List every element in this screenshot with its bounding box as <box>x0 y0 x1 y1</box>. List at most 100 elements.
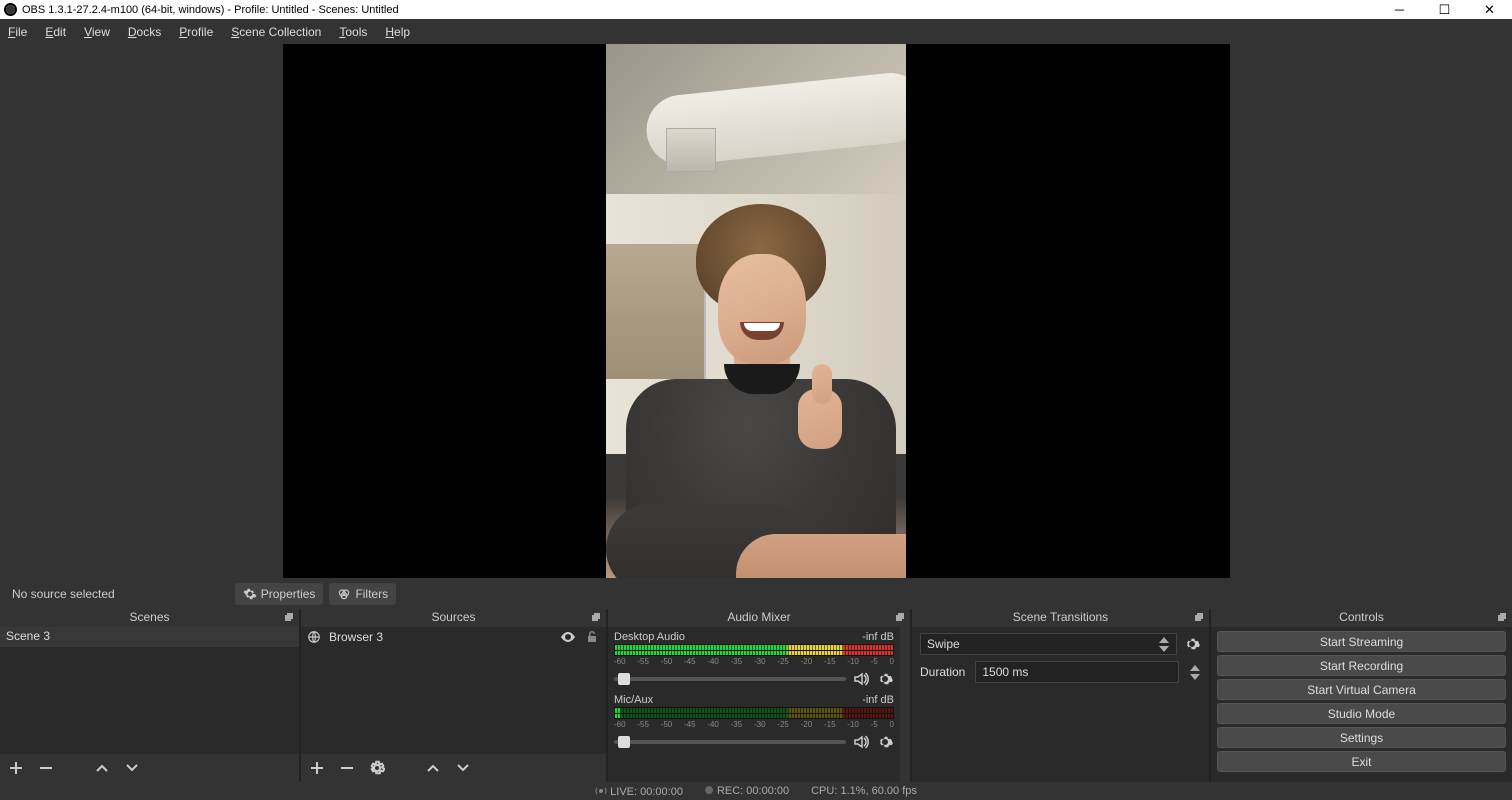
sources-list[interactable]: Browser 3 <box>301 627 606 754</box>
gear-icon <box>876 733 894 751</box>
duration-spinner[interactable] <box>1189 664 1201 681</box>
scene-down-button[interactable] <box>124 760 140 776</box>
plus-icon <box>309 760 325 776</box>
menu-profile[interactable]: Profile <box>179 25 213 39</box>
gear-icon <box>369 760 385 776</box>
menu-tools[interactable]: Tools <box>339 25 367 39</box>
menu-scene-collection[interactable]: Scene Collection <box>231 25 321 39</box>
volume-slider[interactable] <box>614 677 846 681</box>
lock-toggle[interactable] <box>584 629 600 645</box>
popout-icon[interactable] <box>283 611 295 623</box>
audio-channel-desktop: Desktop Audio-inf dB -60-55-50-45-40-35-… <box>614 631 894 688</box>
channel-level: -inf dB <box>862 694 894 706</box>
remove-scene-button[interactable] <box>38 760 54 776</box>
select-spinner[interactable] <box>1158 636 1170 653</box>
properties-button[interactable]: Properties <box>235 583 324 605</box>
scenes-toolbar <box>0 754 299 782</box>
exit-button[interactable]: Exit <box>1217 751 1506 772</box>
start-streaming-button[interactable]: Start Streaming <box>1217 631 1506 652</box>
chevron-down-icon <box>1190 674 1200 680</box>
mute-button[interactable] <box>852 670 870 688</box>
duration-input[interactable]: 1500 ms <box>975 661 1179 683</box>
channel-name: Mic/Aux <box>614 694 653 706</box>
source-item[interactable]: Browser 3 <box>301 627 606 647</box>
start-virtual-camera-button[interactable]: Start Virtual Camera <box>1217 679 1506 700</box>
channel-settings-button[interactable] <box>876 670 894 688</box>
vu-meter <box>614 644 894 656</box>
chevron-down-icon <box>455 760 471 776</box>
docks-container: Scenes Scene 3 Sources Browser 3 <box>0 609 1512 782</box>
slider-thumb[interactable] <box>618 673 630 685</box>
scene-item[interactable]: Scene 3 <box>0 627 299 647</box>
menu-help[interactable]: Help <box>385 25 410 39</box>
menu-view[interactable]: View <box>84 25 110 39</box>
add-scene-button[interactable] <box>8 760 24 776</box>
controls-dock: Controls Start Streaming Start Recording… <box>1211 609 1512 782</box>
transitions-header: Scene Transitions <box>912 609 1209 627</box>
channel-settings-button[interactable] <box>876 733 894 751</box>
add-source-button[interactable] <box>309 760 325 776</box>
sources-toolbar <box>301 754 606 782</box>
scenes-list[interactable]: Scene 3 <box>0 627 299 754</box>
obs-logo-icon <box>4 3 17 16</box>
speaker-icon <box>852 670 870 688</box>
controls-header: Controls <box>1211 609 1512 627</box>
status-bar: LIVE: 00:00:00 REC: 00:00:00 CPU: 1.1%, … <box>0 782 1512 800</box>
transition-select[interactable]: Swipe <box>920 633 1177 655</box>
mute-button[interactable] <box>852 733 870 751</box>
transition-settings-button[interactable] <box>1183 635 1201 653</box>
rec-status: REC: 00:00:00 <box>705 785 789 797</box>
chevron-down-icon <box>124 760 140 776</box>
slider-thumb[interactable] <box>618 736 630 748</box>
popout-icon[interactable] <box>1193 611 1205 623</box>
gear-icon <box>876 670 894 688</box>
source-name: Browser 3 <box>329 630 383 644</box>
sources-dock: Sources Browser 3 <box>301 609 606 782</box>
channel-level: -inf dB <box>862 631 894 643</box>
controls-body: Start Streaming Start Recording Start Vi… <box>1211 627 1512 782</box>
gear-icon <box>243 587 257 601</box>
chevron-up-icon <box>1159 637 1169 643</box>
studio-mode-button[interactable]: Studio Mode <box>1217 703 1506 724</box>
popout-icon[interactable] <box>894 611 906 623</box>
source-toolbar: No source selected Properties Filters <box>0 578 1512 609</box>
source-up-button[interactable] <box>425 760 441 776</box>
main-menubar: File Edit View Docks Profile Scene Colle… <box>0 19 1512 44</box>
remove-source-button[interactable] <box>339 760 355 776</box>
window-title: OBS 1.3.1-27.2.4-m100 (64-bit, windows) … <box>22 4 399 16</box>
popout-icon[interactable] <box>590 611 602 623</box>
minus-icon <box>38 760 54 776</box>
scene-up-button[interactable] <box>94 760 110 776</box>
start-recording-button[interactable]: Start Recording <box>1217 655 1506 676</box>
filters-button[interactable]: Filters <box>329 583 396 605</box>
menu-edit[interactable]: Edit <box>45 25 66 39</box>
chevron-up-icon <box>1190 665 1200 671</box>
popout-icon[interactable] <box>1496 611 1508 623</box>
volume-slider[interactable] <box>614 740 846 744</box>
transitions-dock: Scene Transitions Swipe Duration 1500 ms <box>912 609 1209 782</box>
globe-icon <box>307 630 321 644</box>
audio-mixer-dock: Audio Mixer Desktop Audio-inf dB -60-55-… <box>608 609 910 782</box>
source-down-button[interactable] <box>455 760 471 776</box>
menu-docks[interactable]: Docks <box>128 25 161 39</box>
settings-button[interactable]: Settings <box>1217 727 1506 748</box>
no-source-label: No source selected <box>4 587 123 601</box>
minus-icon <box>339 760 355 776</box>
chevron-up-icon <box>425 760 441 776</box>
source-settings-button[interactable] <box>369 760 385 776</box>
minimize-button[interactable]: ─ <box>1377 0 1422 19</box>
audio-mixer-header: Audio Mixer <box>608 609 910 627</box>
transitions-body: Swipe Duration 1500 ms <box>912 627 1209 782</box>
record-icon <box>705 786 713 794</box>
plus-icon <box>8 760 24 776</box>
scenes-header: Scenes <box>0 609 299 627</box>
maximize-button[interactable]: ☐ <box>1422 0 1467 19</box>
close-button[interactable]: ✕ <box>1467 0 1512 19</box>
chevron-up-icon <box>94 760 110 776</box>
duration-label: Duration <box>920 665 965 679</box>
channel-name: Desktop Audio <box>614 631 685 643</box>
filters-icon <box>337 587 351 601</box>
preview-canvas[interactable] <box>283 44 1230 578</box>
menu-file[interactable]: File <box>8 25 27 39</box>
visibility-toggle[interactable] <box>560 629 576 645</box>
